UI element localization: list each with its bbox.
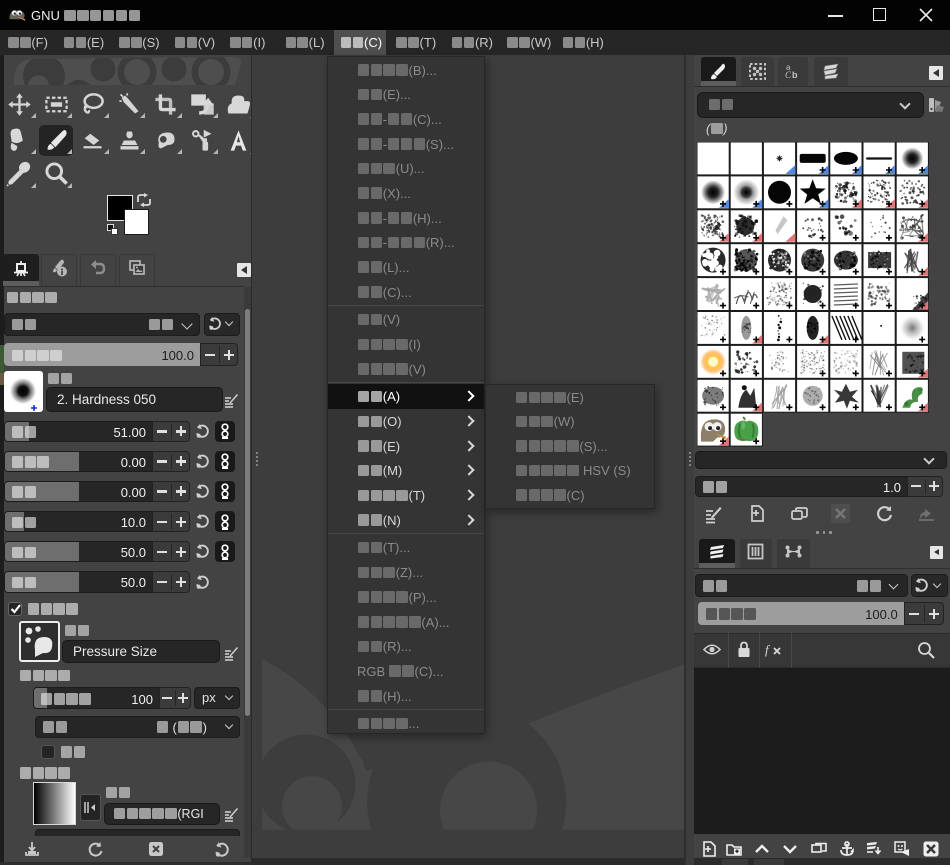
- svg-text:b: b: [792, 70, 798, 80]
- svg-text:C: C: [785, 70, 792, 80]
- svg-text:f: f: [765, 642, 771, 657]
